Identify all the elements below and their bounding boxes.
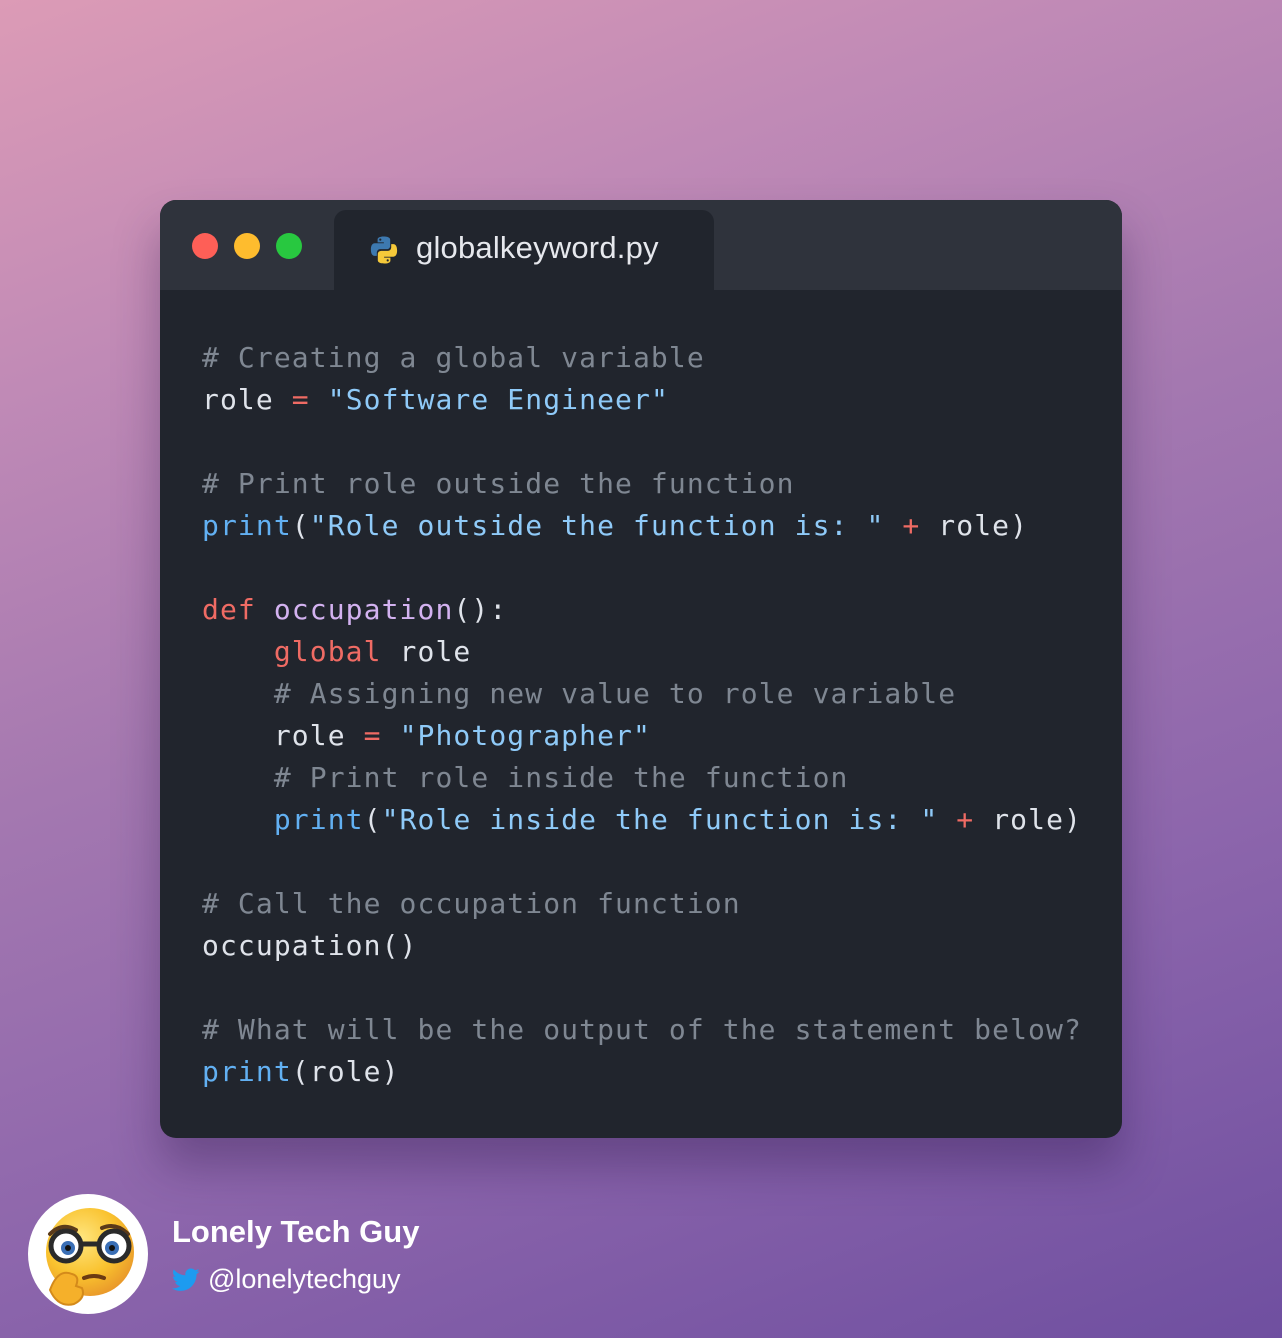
code-line: # Creating a global variable [202, 337, 1082, 379]
window-titlebar: globalkeyword.py [160, 200, 1122, 290]
python-icon [370, 236, 398, 264]
code-token-comment: # What will be the output of the stateme… [202, 1013, 1082, 1046]
code-token-string: "Photographer" [399, 719, 651, 752]
code-line: role = "Photographer" [202, 715, 1082, 757]
code-token-plain: (): [453, 593, 508, 626]
code-line: print("Role outside the function is: " +… [202, 505, 1082, 547]
code-token-plain: ( [363, 803, 382, 836]
code-token-keyword: global [273, 635, 382, 668]
code-token-comment: # Print role inside the function [273, 761, 849, 794]
code-token-plain: role) [974, 803, 1082, 836]
code-token-comment: # Assigning new value to role variable [273, 677, 957, 710]
author-handle: @lonelytechguy [208, 1264, 401, 1294]
close-window-button[interactable] [192, 233, 218, 259]
code-token-plain: (role) [291, 1055, 400, 1088]
code-token-comment: # Print role outside the function [202, 467, 795, 500]
code-line: role = "Software Engineer" [202, 379, 1082, 421]
code-token-comment: # Call the occupation function [202, 887, 741, 920]
code-line: # Assigning new value to role variable [202, 673, 1082, 715]
file-tab[interactable]: globalkeyword.py [334, 210, 714, 290]
maximize-window-button[interactable] [276, 233, 302, 259]
code-token-builtin: print [202, 1055, 292, 1088]
code-token-plain: role [381, 635, 472, 668]
code-token-op: = [291, 383, 310, 416]
minimize-window-button[interactable] [234, 233, 260, 259]
avatar [28, 1194, 148, 1314]
code-token-plain: role [202, 383, 292, 416]
code-token-op: + [956, 803, 975, 836]
code-token-plain: occupation() [202, 929, 418, 962]
code-token-builtin: print [273, 803, 364, 836]
code-line: # Print role outside the function [202, 463, 1082, 505]
code-token-op: + [902, 509, 921, 542]
code-token-plain: ( [291, 509, 310, 542]
code-token-string: "Role inside the function is: " [381, 803, 939, 836]
code-token-op: = [363, 719, 382, 752]
code-token-string: "Role outside the function is: " [309, 509, 885, 542]
code-token-string: "Software Engineer" [327, 383, 669, 416]
code-line: print("Role inside the function is: " + … [202, 799, 1082, 841]
code-line: # Print role inside the function [202, 757, 1082, 799]
code-window: globalkeyword.py # Creating a global var… [160, 200, 1122, 1138]
twitter-bird-icon [172, 1268, 200, 1291]
code-line: # Call the occupation function [202, 883, 1082, 925]
code-line: print(role) [202, 1051, 1082, 1093]
code-line: def occupation(): [202, 589, 1082, 631]
code-line: global role [202, 631, 1082, 673]
code-editor: # Creating a global variable role = "Soft… [202, 337, 1082, 1093]
code-token-keyword: def [202, 593, 256, 626]
code-line: # What will be the output of the stateme… [202, 1009, 1082, 1051]
code-token-plain: role) [920, 509, 1029, 542]
code-token-builtin: print [202, 509, 292, 542]
nerd-thinking-emoji-icon [46, 1208, 134, 1306]
tab-filename: globalkeyword.py [416, 230, 659, 265]
author-name: Lonely Tech Guy [172, 1214, 420, 1249]
code-token-comment: # Creating a global variable [202, 341, 705, 374]
code-token-func: occupation [273, 593, 454, 626]
code-line: occupation() [202, 925, 1082, 967]
code-token-plain: role [202, 719, 364, 752]
